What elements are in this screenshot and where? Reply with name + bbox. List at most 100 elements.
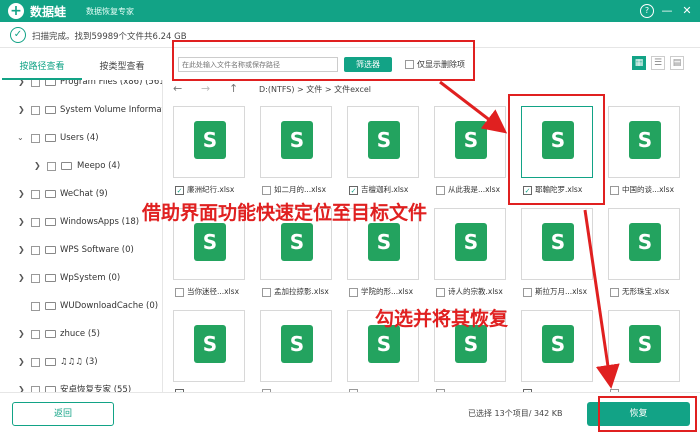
file-card[interactable]: S [260,310,332,382]
file-icon-glyph: S [289,332,305,356]
file-checkbox[interactable] [262,287,271,297]
tab-by-path[interactable]: 按路径查看 [2,58,82,80]
file-card[interactable]: S [608,106,680,178]
back-arrow-icon[interactable]: ← [173,82,182,95]
forward-arrow-icon[interactable]: → [201,82,210,95]
file-checkbox[interactable] [523,287,532,297]
file-checkbox[interactable] [436,185,445,195]
file-card[interactable]: S [608,208,680,280]
tree-item[interactable]: ❯ zhuce (5) [0,326,162,342]
tree-checkbox[interactable] [31,330,40,339]
folder-icon [45,106,56,114]
spreadsheet-file-icon: S [542,325,574,363]
tree-item[interactable]: ❯ ♫♫♫ (3) [0,354,162,370]
tree-item-label: zhuce (5) [60,329,100,339]
chevron-right-icon[interactable]: ❯ [18,326,26,342]
spreadsheet-file-icon: S [455,121,487,159]
file-item-label-row: 孟加拉掠影.xlsx [262,286,342,297]
file-icon-glyph: S [202,230,218,254]
back-button[interactable]: 返回 [12,402,114,426]
file-checkbox[interactable] [262,185,271,195]
chevron-right-icon[interactable]: ❯ [34,158,42,174]
file-icon-glyph: S [463,128,479,152]
file-card[interactable]: S [347,106,419,178]
spreadsheet-file-icon: S [629,121,661,159]
up-arrow-icon[interactable]: ↑ [229,82,238,95]
tree-checkbox[interactable] [31,190,40,199]
chevron-right-icon[interactable]: ❯ [18,80,26,90]
app-subtitle: 数据恢复专家 [86,7,134,16]
spreadsheet-file-icon: S [194,325,226,363]
file-icon-glyph: S [376,332,392,356]
tree-checkbox[interactable] [31,246,40,255]
file-checkbox[interactable] [349,287,358,297]
tree-item[interactable]: ❯ Program Files (x86) (561) [0,80,162,90]
tree-item[interactable]: ❯ WindowsApps (18) [0,214,162,230]
tree-checkbox[interactable] [47,162,56,171]
close-button[interactable]: ✕ [680,4,694,18]
file-card[interactable]: S [173,106,245,178]
tree-item[interactable]: ❯ 安卓恢复专家 (55) [0,382,162,392]
file-item-label-row: ✓ 吉檀迦利.xlsx [349,184,429,195]
file-checkbox[interactable] [610,287,619,297]
folder-icon [45,80,56,86]
tree-checkbox[interactable] [31,106,40,115]
tree-item[interactable]: ❯ System Volume Informatio [0,102,162,118]
tree-checkbox[interactable] [31,302,40,311]
file-checkbox[interactable]: ✓ [175,185,184,195]
tree-checkbox[interactable] [31,80,40,87]
file-checkbox[interactable] [610,185,619,195]
tree-item[interactable]: ❯ WeChat (9) [0,186,162,202]
spreadsheet-file-icon: S [281,121,313,159]
chevron-right-icon[interactable]: ❯ [18,270,26,286]
folder-icon [45,190,56,198]
file-icon-glyph: S [550,230,566,254]
help-button[interactable]: ? [640,4,654,18]
tree-item[interactable]: ❯ Meepo (4) [0,158,162,174]
chevron-right-icon[interactable]: ❯ [18,102,26,118]
list-view-icon[interactable]: ☰ [651,56,665,70]
grid-view-icon[interactable]: ▦ [632,56,646,70]
annotation-text-recover: 勾选并将其恢复 [375,308,509,330]
file-checkbox[interactable] [436,287,445,297]
navigation-bar: ← → ↑ D:(NTFS) > 文件 > 文件excel [163,80,700,98]
chevron-right-icon[interactable]: ❯ [18,214,26,230]
file-card[interactable]: S [608,310,680,382]
file-card[interactable]: S [434,106,506,178]
file-card[interactable]: S [521,208,593,280]
file-icon-glyph: S [202,332,218,356]
chevron-right-icon[interactable]: ❯ [18,186,26,202]
folder-icon [45,330,56,338]
chevron-right-icon[interactable]: ❯ [18,354,26,370]
file-name: 无形珠宝.xlsx [622,287,670,296]
tree-item[interactable]: ❯ WPS Software (0) [0,242,162,258]
path-breadcrumb: D:(NTFS) > 文件 > 文件excel [259,85,372,94]
file-card[interactable]: S [173,310,245,382]
tree-item[interactable]: ❯ WpSystem (0) [0,270,162,286]
chevron-right-icon[interactable]: ❯ [18,242,26,258]
chevron-right-icon[interactable]: ❯ [18,382,26,392]
tree-checkbox[interactable] [31,358,40,367]
spreadsheet-file-icon: S [281,223,313,261]
highlight-box-file [508,94,605,205]
file-icon-glyph: S [637,128,653,152]
file-card[interactable]: S [521,310,593,382]
file-icon-glyph: S [202,128,218,152]
file-name: 学院的形...xlsx [361,287,414,296]
file-checkbox[interactable] [175,287,184,297]
chevron-down-icon[interactable]: ⌄ [17,130,25,146]
tab-by-type[interactable]: 按类型查看 [82,58,162,80]
file-name: 中国的谈...xlsx [622,185,675,194]
detail-view-icon[interactable]: ▤ [670,56,684,70]
tree-item[interactable]: WUDownloadCache (0) [0,298,162,314]
tree-checkbox[interactable] [31,134,40,143]
tree-item-label: WeChat (9) [60,189,108,199]
tree-item[interactable]: ⌄ Users (4) [0,130,162,146]
file-card[interactable]: S [260,106,332,178]
file-card[interactable]: S [434,208,506,280]
file-checkbox[interactable]: ✓ [349,185,358,195]
tree-checkbox[interactable] [31,274,40,283]
tree-checkbox[interactable] [31,218,40,227]
highlight-box-search [172,40,475,81]
minimize-button[interactable]: — [660,4,674,18]
